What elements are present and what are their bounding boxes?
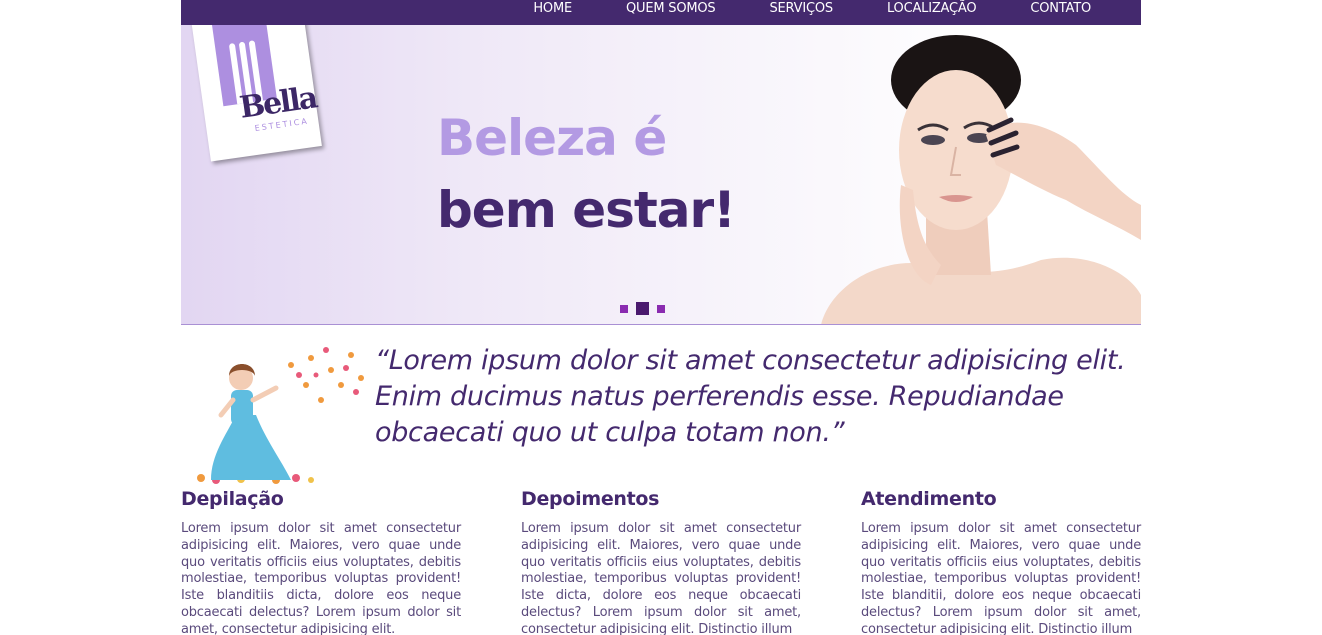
slider-dot-3[interactable] — [657, 304, 665, 313]
column-text: Lorem ipsum dolor sit amet consectetur a… — [521, 521, 801, 635]
nav-item-servicos[interactable]: SERVIÇOS — [769, 0, 833, 25]
woman-with-flowers-image — [181, 340, 375, 485]
column-atendimento: Atendimento Lorem ipsum dolor sit amet c… — [861, 488, 1141, 635]
nav-menu: HOME QUEM SOMOS SERVIÇOS LOCALIZAÇÃO CON… — [533, 0, 1091, 25]
nav-item-localizacao[interactable]: LOCALIZAÇÃO — [887, 0, 977, 25]
column-depilacao: Depilação Lorem ipsum dolor sit amet con… — [181, 488, 461, 635]
hero-slogan-line1: Beleza é — [437, 109, 667, 167]
hero-slogan-line2: bem estar! — [437, 181, 736, 239]
column-title: Depilação — [181, 488, 284, 510]
nav-item-quem-somos[interactable]: QUEM SOMOS — [626, 0, 716, 25]
page-container: HOME QUEM SOMOS SERVIÇOS LOCALIZAÇÃO CON… — [181, 0, 1141, 635]
slider-dot-1[interactable] — [620, 304, 628, 313]
column-title: Atendimento — [861, 488, 997, 510]
column-text: Lorem ipsum dolor sit amet consectetur a… — [861, 521, 1141, 635]
featured-quote: “Lorem ipsum dolor sit amet consectetur … — [375, 345, 1126, 448]
nav-item-contato[interactable]: CONTATO — [1030, 0, 1091, 25]
nav-item-home[interactable]: HOME — [533, 0, 572, 25]
hero-slider: Beleza é bem estar! Bella ESTETICA — [181, 25, 1141, 325]
column-text: Lorem ipsum dolor sit amet consectetur a… — [181, 521, 461, 635]
slider-pagination — [620, 302, 665, 315]
column-depoimentos: Depoimentos Lorem ipsum dolor sit amet c… — [521, 488, 801, 635]
bella-logo[interactable]: Bella ESTETICA — [189, 25, 322, 162]
column-title: Depoimentos — [521, 488, 660, 510]
top-nav-bar: HOME QUEM SOMOS SERVIÇOS LOCALIZAÇÃO CON… — [181, 0, 1141, 25]
slider-dot-2-active[interactable] — [636, 302, 649, 315]
model-face-image — [821, 25, 1141, 324]
